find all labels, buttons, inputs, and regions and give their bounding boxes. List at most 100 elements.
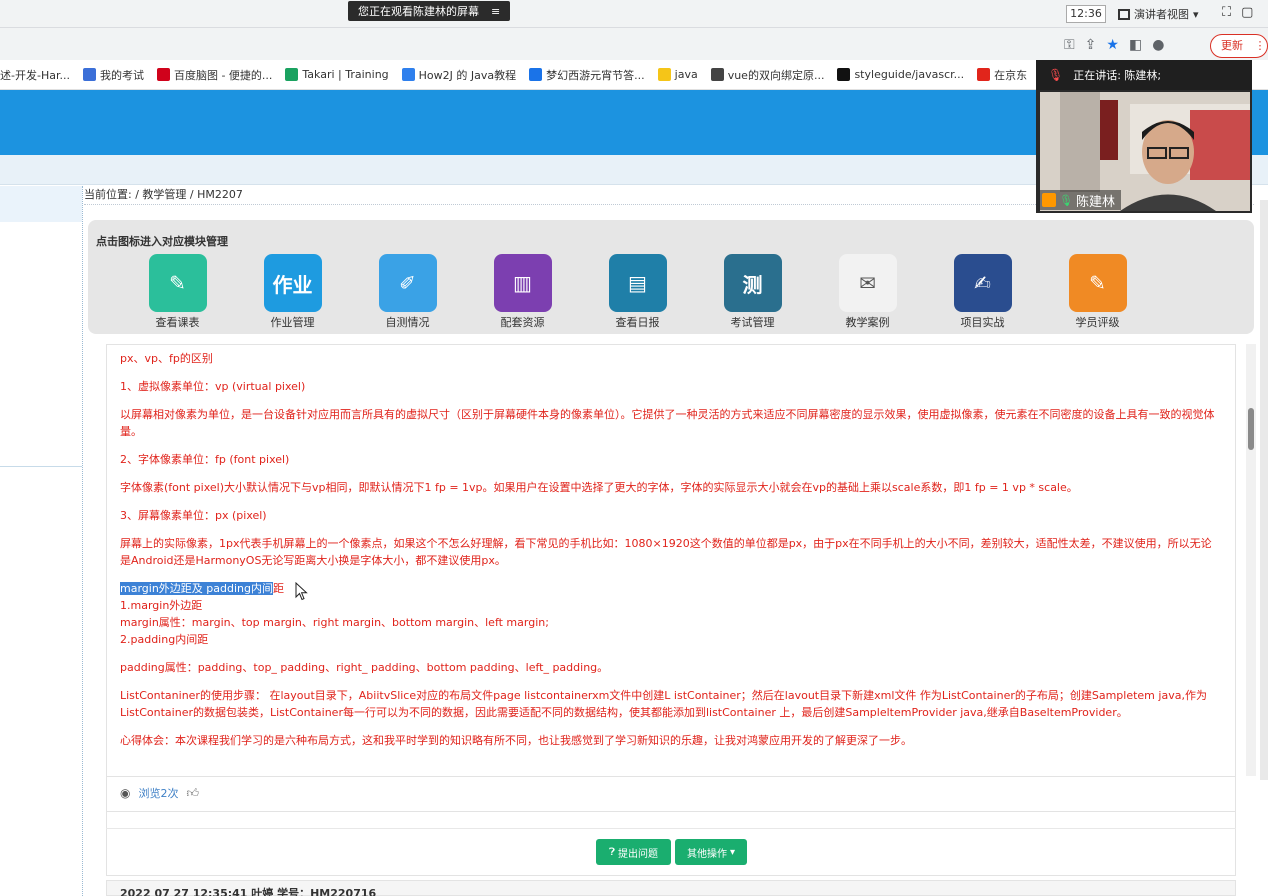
module-item[interactable]: 测考试管理 (695, 254, 810, 330)
views-count[interactable]: 浏览2次 (138, 785, 178, 801)
sidepanel-icon[interactable]: ◧ (1129, 37, 1142, 53)
meeting-clock: 12:36 (1066, 5, 1106, 23)
module-item[interactable]: ✎ 查看课表 (120, 254, 235, 330)
presenter-view-icon (1118, 8, 1130, 20)
bookmark-item[interactable]: How2J 的 Java教程 (401, 67, 517, 83)
menu-icon[interactable]: ≡ (491, 5, 500, 18)
bookmark-label: styleguide/javascr... (854, 68, 965, 81)
module-label: 项目实战 (960, 316, 1005, 329)
module-item[interactable]: ▤ 查看日报 (580, 254, 695, 330)
action-area (106, 812, 1236, 876)
caret-down-icon: ▾ (729, 846, 736, 858)
bookmark-item[interactable]: Takari | Training (285, 68, 389, 81)
bookmark-item[interactable]: 百度脑图 - 便捷的... (156, 67, 273, 83)
user-icon (1042, 193, 1056, 207)
jd-icon (977, 68, 991, 81)
bookmark-item[interactable]: 在京东 (977, 67, 1027, 83)
speaking-indicator: 🎙︎ 正在讲话: 陈建林; (1036, 60, 1252, 90)
share-icon[interactable]: ⇪ (1085, 37, 1097, 53)
bookmark-label: How2J 的 Java教程 (418, 68, 517, 82)
folder-icon (657, 68, 671, 81)
bookmark-label: vue的双向绑定原... (727, 68, 825, 82)
homework-icon[interactable]: 作业 (263, 254, 322, 312)
screen-share-banner[interactable]: 您正在观看陈建林的屏幕 ≡ (348, 1, 511, 21)
next-report-header: 2022 07 27 12:35:41 叶婷 学号：HM220716 (106, 880, 1236, 896)
mic-icon: 🎙︎ (1059, 193, 1073, 207)
window-controls: ⛶ ▢ (1222, 5, 1253, 20)
bookmark-item[interactable]: 述-开发-Har... (0, 67, 70, 83)
how2j-icon (401, 68, 415, 81)
other-actions-label: 其他操作 (686, 848, 727, 860)
window-icon[interactable]: ▢ (1241, 5, 1253, 20)
content-paragraph: 2、字体像素单位：fp (font pixel) (120, 453, 290, 466)
bookmark-label: 我的考试 (99, 68, 144, 82)
presenter-view-label: 演讲者视图 (1134, 8, 1189, 21)
fullscreen-icon[interactable]: ⛶ (1222, 5, 1231, 20)
bookmark-item[interactable]: java (657, 68, 698, 81)
bookmark-label: 述-开发-Har... (0, 68, 70, 82)
module-item[interactable]: ▥ 配套资源 (465, 254, 580, 330)
content-paragraph: 字体像素(font pixel)大小默认情况下与vp相同，即默认情况下1 fp … (120, 481, 1078, 494)
rating-icon[interactable]: ✎ (1068, 254, 1127, 312)
project-icon[interactable]: ✍ (953, 254, 1012, 312)
profile-icon[interactable]: ● (1152, 37, 1164, 53)
module-label: 考试管理 (730, 316, 775, 329)
teaching-case-icon[interactable]: ✉ (838, 254, 897, 312)
daily-report-icon[interactable]: ▤ (608, 254, 667, 312)
baidu-icon (156, 68, 170, 81)
question-icon: ❓︎ (608, 846, 615, 858)
ask-question-label: 提出问题 (618, 848, 658, 860)
module-item[interactable]: ✍ 项目实战 (925, 254, 1040, 330)
report-footer (106, 776, 1236, 812)
module-label: 查看日报 (615, 316, 660, 329)
presenter-view-dropdown[interactable]: 演讲者视图 ▾ (1118, 5, 1199, 23)
thumbs-up-icon[interactable]: 👍︎ (186, 786, 199, 801)
module-item[interactable]: ✎ 学员评级 (1040, 254, 1155, 330)
other-actions-button[interactable]: 其他操作 ▾ (675, 839, 747, 865)
mic-muted-icon[interactable]: 🎙︎ (1048, 68, 1063, 82)
bookmark-label: 梦幻西游元宵节答... (546, 68, 645, 82)
selftest-icon[interactable]: ✐ (378, 254, 437, 312)
content-text: 距 (273, 582, 284, 595)
module-label: 教学案例 (845, 316, 890, 329)
bookmark-label: 百度脑图 - 便捷的... (173, 68, 273, 82)
schedule-icon[interactable]: ✎ (148, 254, 207, 312)
bookmark-item[interactable]: styleguide/javascr... (837, 68, 964, 81)
bookmark-star-icon[interactable]: ★ (1106, 37, 1119, 53)
content-divider (82, 186, 83, 896)
page-scrollbar[interactable] (1260, 200, 1268, 780)
bookmark-item[interactable]: vue的双向绑定原... (710, 67, 825, 83)
content-paragraph: 屏幕上的实际像素，1px代表手机屏幕上的一个像素点，如果这个不怎么好理解，看下常… (120, 537, 1212, 567)
module-item[interactable]: 作业 作业管理 (235, 254, 350, 330)
eye-icon: ◉ (120, 786, 131, 800)
content-paragraph: padding属性：padding、top_ padding、right_ pa… (120, 661, 609, 674)
action-divider (106, 828, 1236, 829)
resources-icon[interactable]: ▥ (493, 254, 552, 312)
toolbar-icons: ⚿ ⇪ ★ ◧ ● (1064, 37, 1164, 53)
module-item[interactable]: ✐ 自测情况 (350, 254, 465, 330)
takari-icon (285, 68, 299, 81)
bookmark-item[interactable]: 我的考试 (82, 67, 144, 83)
content-paragraph: px、vp、fp的区别 (120, 352, 213, 365)
left-menu-selected[interactable] (0, 186, 82, 222)
content-paragraph: 1、虚拟像素单位：vp (virtual pixel) (120, 380, 306, 393)
content-paragraph: 心得体会：本次课程我们学习的是六种布局方式，这和我平时学到的知识略有所不同，也让… (120, 734, 912, 747)
bookmark-item[interactable]: 梦幻西游元宵节答... (529, 67, 645, 83)
module-label: 学员评级 (1075, 316, 1120, 329)
report-content: px、vp、fp的区别 1、虚拟像素单位：vp (virtual pixel) … (120, 350, 1220, 760)
module-label: 自测情况 (385, 316, 430, 329)
breadcrumb: 当前位置: / 教学管理 / HM2207 (84, 188, 243, 201)
selected-text[interactable]: margin外边距及 padding内间 (120, 582, 273, 595)
update-button[interactable]: 更新 ⋮ (1210, 34, 1268, 58)
module-item[interactable]: ✉ 教学案例 (810, 254, 925, 330)
key-icon[interactable]: ⚿ (1064, 37, 1075, 53)
content-paragraph: margin属性：margin、top margin、right margin、… (120, 616, 549, 629)
share-banner-text: 您正在观看陈建林的屏幕 (358, 5, 479, 18)
content-paragraph: 1.margin外边距 (120, 599, 203, 612)
ask-question-button[interactable]: ❓︎ 提出问题 (596, 839, 671, 865)
mouse-cursor-icon (295, 582, 308, 601)
exam-manage-icon[interactable]: 测 (723, 254, 782, 312)
content-paragraph: 3、屏幕像素单位：px (pixel) (120, 509, 267, 522)
bookmark-label: java (674, 68, 698, 81)
content-scrollbar-thumb[interactable] (1248, 408, 1254, 450)
